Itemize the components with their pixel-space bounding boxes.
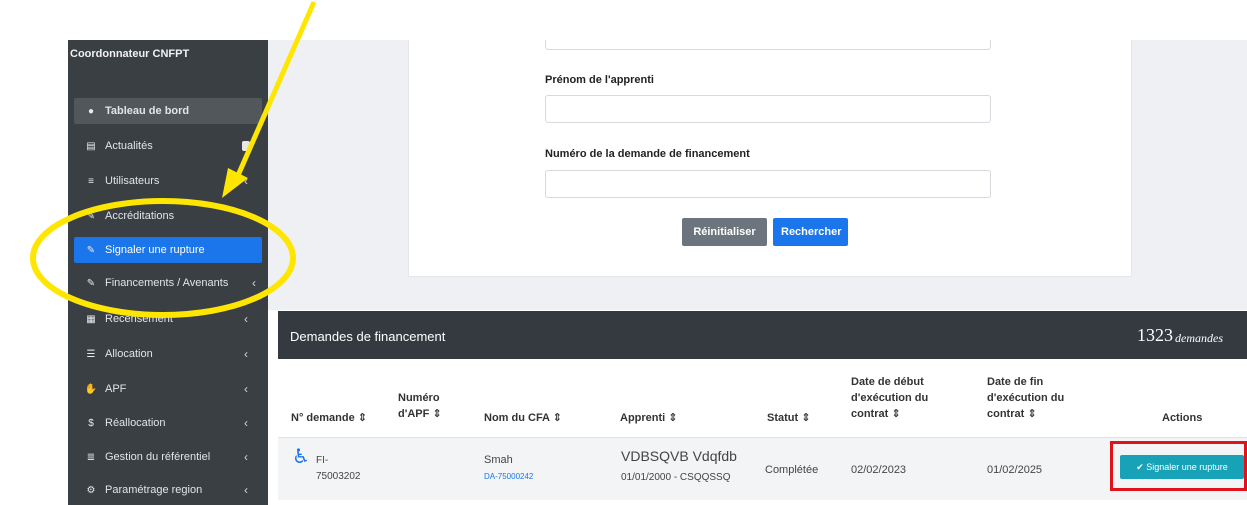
sidebar-item-referentiel[interactable]: ≣ Gestion du référentiel ‹: [74, 444, 262, 470]
sidebar-item-label: Accréditations: [105, 210, 175, 222]
chevron-left-icon: ‹: [252, 276, 256, 290]
dashboard-icon: ●: [87, 105, 95, 117]
table-header-bar: Demandes de financement 1323 demandes: [278, 311, 1247, 359]
sidebar-item-recensement[interactable]: ▦ Recensement ‹: [74, 306, 262, 332]
chevron-left-icon: ‹: [244, 382, 248, 396]
sidebar-item-apf[interactable]: ✋ APF ‹: [74, 376, 262, 402]
demandes-count: 1323: [1137, 325, 1173, 345]
chevron-left-icon: ‹: [244, 174, 248, 188]
chevron-left-icon: ‹: [244, 450, 248, 464]
row-date-fin: 01/02/2025: [987, 464, 1043, 476]
dollar-icon: $: [88, 417, 94, 429]
chevron-left-icon: ‹: [244, 347, 248, 361]
accessibility-icon: ♿: [292, 446, 310, 468]
demandes-count-suffix: demandes: [1175, 331, 1223, 345]
sidebar: Coordonnateur CNFPT ● Tableau de bord ▤ …: [68, 40, 268, 505]
sidebar-item-users[interactable]: ≡ Utilisateurs ‹: [74, 168, 262, 194]
col-header-statut[interactable]: Statut ⇕: [767, 410, 810, 426]
list-icon: ≡: [88, 175, 94, 187]
user-role: Coordonnateur CNFPT: [70, 48, 190, 60]
sidebar-item-label: Paramétrage region: [105, 484, 203, 496]
sidebar-item-label: APF: [105, 383, 127, 395]
sidebar-item-label: Gestion du référentiel: [105, 451, 211, 463]
chevron-left-icon: ‹: [244, 416, 248, 430]
edit-icon: ✎: [86, 210, 96, 222]
news-icon: ▤: [86, 140, 96, 152]
sidebar-item-financements[interactable]: ✎ Financements / Avenants ‹: [74, 270, 262, 296]
col-header-date-fin[interactable]: Date de fin d'exécution du contrat ⇕: [987, 374, 1082, 422]
search-button[interactable]: Rechercher: [773, 218, 848, 246]
prenom-input[interactable]: [545, 95, 991, 123]
row-date-debut: 02/02/2023: [851, 464, 907, 476]
gear-icon: ⚙: [86, 484, 96, 496]
sidebar-item-label: Actualités: [105, 140, 153, 152]
col-header-nom-cfa[interactable]: Nom du CFA ⇕: [484, 410, 562, 426]
sidebar-item-reallocation[interactable]: $ Réallocation ‹: [74, 410, 262, 436]
row-cfa-link[interactable]: DA-75000242: [484, 469, 533, 485]
numero-demande-input[interactable]: [545, 170, 991, 198]
col-header-numero-apf[interactable]: Numéro d'APF ⇕: [398, 390, 448, 422]
notification-badge: [242, 141, 250, 151]
sidebar-item-accreditations[interactable]: ✎ Accréditations: [74, 203, 262, 229]
sidebar-item-label: Réallocation: [105, 417, 166, 429]
edit-icon: ✎: [86, 277, 96, 289]
sidebar-item-label: Tableau de bord: [105, 105, 190, 117]
prenom-label: Prénom de l'apprenti: [545, 74, 654, 86]
table-title: Demandes de financement: [290, 329, 446, 344]
row-apprenti-name: VDBSQVB Vdqfdb: [621, 448, 737, 464]
col-header-apprenti[interactable]: Apprenti ⇕: [620, 410, 678, 426]
chevron-left-icon: ‹: [244, 483, 248, 497]
col-header-actions: Actions: [1162, 412, 1203, 424]
sidebar-item-allocation[interactable]: ☰ Allocation ‹: [74, 341, 262, 367]
search-form-card: [408, 40, 1132, 277]
sidebar-item-parametrage[interactable]: ⚙ Paramétrage region ‹: [74, 477, 262, 503]
handshake-icon: ✋: [84, 383, 98, 395]
sidebar-item-label: Recensement: [105, 313, 173, 325]
sidebar-item-label: Signaler une rupture: [105, 244, 205, 256]
col-header-date-debut[interactable]: Date de début d'exécution du contrat ⇕: [851, 374, 951, 422]
sidebar-item-label: Allocation: [105, 348, 153, 360]
edit-icon: ✎: [86, 244, 96, 256]
reset-button[interactable]: Réinitialiser: [682, 218, 767, 246]
signaler-rupture-button[interactable]: ✔ Signaler une rupture: [1120, 455, 1244, 479]
sidebar-item-signaler-rupture[interactable]: ✎ Signaler une rupture: [74, 237, 262, 263]
row-statut: Complétée: [765, 464, 819, 476]
sidebar-item-dashboard[interactable]: ● Tableau de bord: [74, 98, 262, 124]
table-row: [278, 437, 1247, 500]
sidebar-item-news[interactable]: ▤ Actualités: [74, 133, 262, 159]
col-header-numero-demande[interactable]: N° demande ⇕: [291, 410, 367, 426]
row-numero-demande: FI-75003202: [316, 455, 361, 482]
building-icon: ▦: [86, 313, 96, 325]
database-icon: ≣: [86, 451, 96, 463]
row-apprenti-info: 01/01/2000 - CSQQSSQ: [621, 472, 731, 483]
sidebar-item-label: Utilisateurs: [105, 175, 160, 187]
chevron-left-icon: ‹: [244, 312, 248, 326]
numero-demande-label: Numéro de la demande de financement: [545, 148, 750, 160]
list-icon: ☰: [86, 348, 96, 360]
row-cfa-name: Smah: [484, 454, 513, 466]
nom-input[interactable]: [545, 40, 991, 50]
sidebar-item-label: Financements / Avenants: [105, 277, 229, 289]
